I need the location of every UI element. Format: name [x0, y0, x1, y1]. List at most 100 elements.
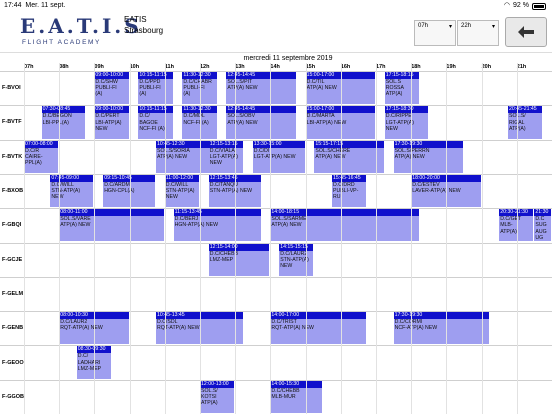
app-header: E.A.T.I.S FLIGHT ACADEMY EATIS Strasbour… [0, 12, 552, 53]
booking-details: SOL.S/ RIGAL ATP(A) [508, 113, 543, 139]
hour-gridline [481, 63, 483, 414]
booking-block[interactable]: 11:00-12:00 D.C/WILL STN-ATP(A) NEW [164, 174, 199, 208]
booking-block[interactable]: 13:30-15:00 D.C/DI LGT-ATP(A) NEW [252, 140, 305, 173]
booking-details: D.C/CORMI NCF-ATP(A) NEW [393, 319, 490, 345]
hour-gridline [24, 63, 25, 414]
booking-block[interactable]: 12:00-13:00 SOL.S/ KOTSI ATP(A) [200, 380, 235, 413]
hour-gridline [129, 63, 131, 414]
booking-block[interactable]: 14:00-15:30 D.C/CHEBB MLB-MUR [270, 380, 323, 413]
back-arrow-icon [518, 26, 534, 38]
chevron-down-icon: ▾ [491, 24, 495, 30]
end-hour-select[interactable]: 22h ▾ [457, 20, 499, 46]
booking-time: 11:15-13:45 [173, 209, 261, 217]
hour-gridline [376, 63, 377, 414]
booking-details: SOL.S/ KOTSI ATP(A) [200, 387, 235, 413]
booking-time: 10:15-11:15 [138, 106, 173, 114]
booking-time: 17:30-19:30 [393, 140, 463, 148]
booking-details: D.C/ BAGOE NCF-FI (A) [138, 113, 173, 139]
hour-label: 16h [340, 64, 351, 70]
org-name: EATIS [124, 15, 147, 24]
booking-time: 20:45-21:45 [508, 106, 543, 114]
status-date: Mer. 11 sept. [25, 2, 66, 9]
hour-gridline [411, 63, 413, 414]
back-button[interactable] [505, 17, 547, 47]
booking-time: 17:15-18:15 [384, 72, 419, 79]
booking-time: 14:15-15:15 [279, 243, 314, 251]
booking-block[interactable]: 15:15-17:15 SOL.S/CHERE ATP(A) NEW [314, 140, 384, 173]
eatis-logo: E.A.T.I.S FLIGHT ACADEMY [20, 14, 142, 46]
booking-details: D.C/VIALA LGT-ATP(A) NEW [208, 147, 243, 173]
booking-time: 12:15-13:15 [208, 140, 243, 148]
booking-time: 08:00-11:00 [59, 209, 164, 217]
hour-gridline [59, 63, 61, 414]
hour-gridline [446, 63, 448, 414]
day-title: mercredi 11 septembre 2019 [243, 55, 333, 62]
booking-details: D.C/LAUR2 STN-ATP(A) NEW [279, 250, 314, 276]
booking-time: 12:45-14:45 [226, 72, 296, 79]
aircraft-label: F-GGOB [2, 393, 24, 400]
chevron-down-icon: ▾ [448, 24, 452, 30]
aircraft-label: F-BXOB [2, 188, 24, 195]
booking-details: D.C/CHEBB LMZ-MEP [208, 250, 270, 276]
booking-block[interactable]: 09:00-10:00 D.C/SHW PUBLI-FI (A) [94, 72, 129, 105]
org-city: Strasbourg [124, 26, 164, 35]
booking-time: 17:30-19:30 [393, 312, 490, 320]
booking-time: 07:45-09:00 [50, 174, 94, 182]
booking-block[interactable]: 17:15-18:15 SOL.S ROSSA ATP(A) [384, 72, 419, 105]
booking-details: D.C/PPD PUBLI-FI (A) [138, 79, 173, 105]
booking-details: D.C/R CAIRE- PPL(A) [24, 147, 59, 173]
hour-gridline [200, 63, 201, 414]
booking-block[interactable]: 21:30 D.C SUG AUG UG [534, 209, 551, 242]
battery-icon [532, 2, 546, 10]
start-hour-select[interactable]: 07h ▾ [414, 20, 456, 46]
hour-gridline [305, 63, 307, 414]
aircraft-label: F-GCJE [2, 256, 23, 263]
booking-block[interactable]: 07:45-09:00 D.C/WILL STN-ATP(A) NEW [50, 174, 94, 208]
booking-block[interactable]: 15:45-16:45 D.C/DRD PUBLI-VP- RU. [332, 174, 367, 208]
booking-time: 21:30 [534, 209, 551, 217]
booking-block[interactable]: 12:15-14:00 D.C/CHEBB LMZ-MEP [208, 243, 270, 276]
booking-block[interactable]: 14:00-18:15 SOL.S/SARME ATP(A) NEW [270, 209, 419, 242]
hour-label: 13h [235, 64, 245, 70]
hour-label: 21h [516, 64, 527, 70]
booking-block[interactable]: 12:45-14:45SOL.S/OBV ATP(A) NEW [226, 106, 296, 139]
booking-time: 09:00-10:00 [94, 106, 129, 114]
booking-time: 09:00-10:00 [94, 72, 129, 79]
status-time: 17:44 [4, 2, 22, 9]
booking-details: D.C/DRD PUBLI-VP- RU. [332, 181, 367, 208]
hour-gridline [94, 63, 96, 414]
booking-block[interactable]: 10:15-11:15 D.C/ BAGOE NCF-FI (A) [138, 106, 173, 139]
booking-time: 14:00-17:00 [270, 312, 367, 320]
booking-block[interactable]: 10:15-11:15 D.C/PPD PUBLI-FI (A) [138, 72, 173, 105]
booking-details: SOL.S/VARE ATP(A) NEW [59, 216, 164, 242]
booking-block[interactable]: 14:00-17:00 D.C/TRIST RQT-ATP(A) NEW [270, 312, 367, 345]
booking-block[interactable]: 08:00-11:00 SOL.S/VARE ATP(A) NEW [59, 209, 164, 242]
booking-details: D.C SUG AUG UG [534, 216, 551, 242]
booking-time: 14:00-15:30 [270, 380, 323, 388]
schedule-grid: mercredi 11 septembre 2019 07h 08h 09h 10h 1… [0, 53, 552, 414]
hour-label: 17h [376, 64, 386, 70]
booking-block[interactable]: 17:30-19:30 D.C/CORMI NCF-ATP(A) NEW [393, 312, 490, 345]
hour-label: 19h [446, 64, 456, 70]
aircraft-label: F-GBQI [2, 222, 22, 229]
booking-block[interactable]: 12:15-13:15 D.C/VIALA LGT-ATP(A) NEW [208, 140, 243, 173]
booking-time: 10:15-11:15 [138, 72, 173, 79]
booking-block[interactable]: 09:00-10:00 D.C/PERT LBI-ATP(A) NEW [94, 106, 129, 139]
booking-block[interactable]: 17:30-19:30SOL.S/PERRN ATP(A) NEW [393, 140, 463, 173]
booking-block[interactable]: 12:45-14:45SOL.S/PIT ATP(A) NEW [226, 72, 296, 105]
booking-details: SOL.S/PIT ATP(A) NEW [226, 79, 296, 105]
booking-time: 14:00-18:15 [270, 209, 419, 217]
booking-block[interactable]: 17:15-18:30 D.C/RIPPE LGT-ATP(A) NEW [384, 106, 428, 139]
booking-details: D.C/SHW PUBLI-FI (A) [94, 79, 129, 105]
booking-block[interactable]: 07:30-08:45 D.C/BEGON LBI-PPL(A) [41, 106, 85, 139]
booking-block[interactable]: 07:00-08:00 D.C/R CAIRE- PPL(A) [24, 140, 59, 173]
aircraft-label: F-BVTF [2, 119, 22, 126]
booking-block[interactable]: 20:45-21:45SOL.S/ RIGAL ATP(A) [508, 106, 543, 139]
hour-label: 20h [481, 64, 492, 70]
hour-gridline [164, 63, 166, 414]
aircraft-row: F-GELM [0, 276, 552, 311]
booking-block[interactable]: 14:15-15:15 D.C/LAUR2 STN-ATP(A) NEW [279, 243, 314, 276]
hour-label: 08h [59, 64, 69, 70]
booking-block[interactable]: 11:15-13:45 D.C/BERJ HGN-ATP(A) NEW [173, 209, 261, 242]
booking-details: D.C/CHEBB MLB-MUR [270, 387, 323, 413]
